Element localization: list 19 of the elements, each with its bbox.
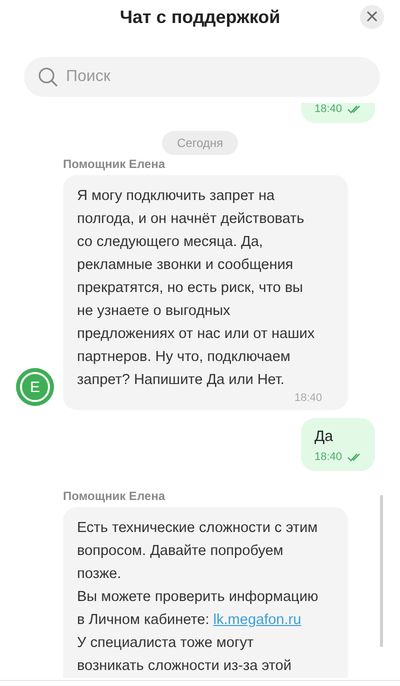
message-time: 18:40	[314, 103, 342, 115]
double-check-icon	[347, 452, 363, 462]
double-check-icon	[347, 104, 363, 114]
chat-title: Чат с поддержкой	[120, 6, 280, 28]
scrollbar[interactable]	[380, 495, 383, 647]
message-text: У специалиста тоже могут возникать сложности из-за этой	[77, 634, 292, 676]
message-text: Вы можете проверить информацию в Личном кабинете: lk.megafon.ru	[77, 588, 320, 630]
message-text: Да	[314, 428, 334, 445]
message-text: Есть технические сложности с этим вопросом. Давайте попробуем позже.	[77, 519, 319, 584]
message-time: 18:40	[314, 451, 342, 463]
date-chip: Сегодня	[162, 131, 238, 155]
sender-name: Помощник Елена	[63, 157, 166, 171]
sender-name: Помощник Елена	[63, 489, 166, 503]
close-button[interactable]: ×	[360, 5, 384, 29]
avatar: Е	[16, 368, 54, 406]
message-text: Я могу подключить запрет на полгода, и он начнёт действовать со следующего месяца. Да, рекламные звонки и сообщения прекратятся, но есть риск, что вы не узнаете о выгодных предложениях от нас или от наших партнеров. Ну что, подключаем запрет? Напишите Да или Нет.	[77, 187, 316, 390]
link[interactable]: lk.megafon.ru	[213, 612, 302, 628]
search-field[interactable]: Поиск	[24, 57, 380, 97]
message-time: 18:40	[294, 392, 322, 404]
